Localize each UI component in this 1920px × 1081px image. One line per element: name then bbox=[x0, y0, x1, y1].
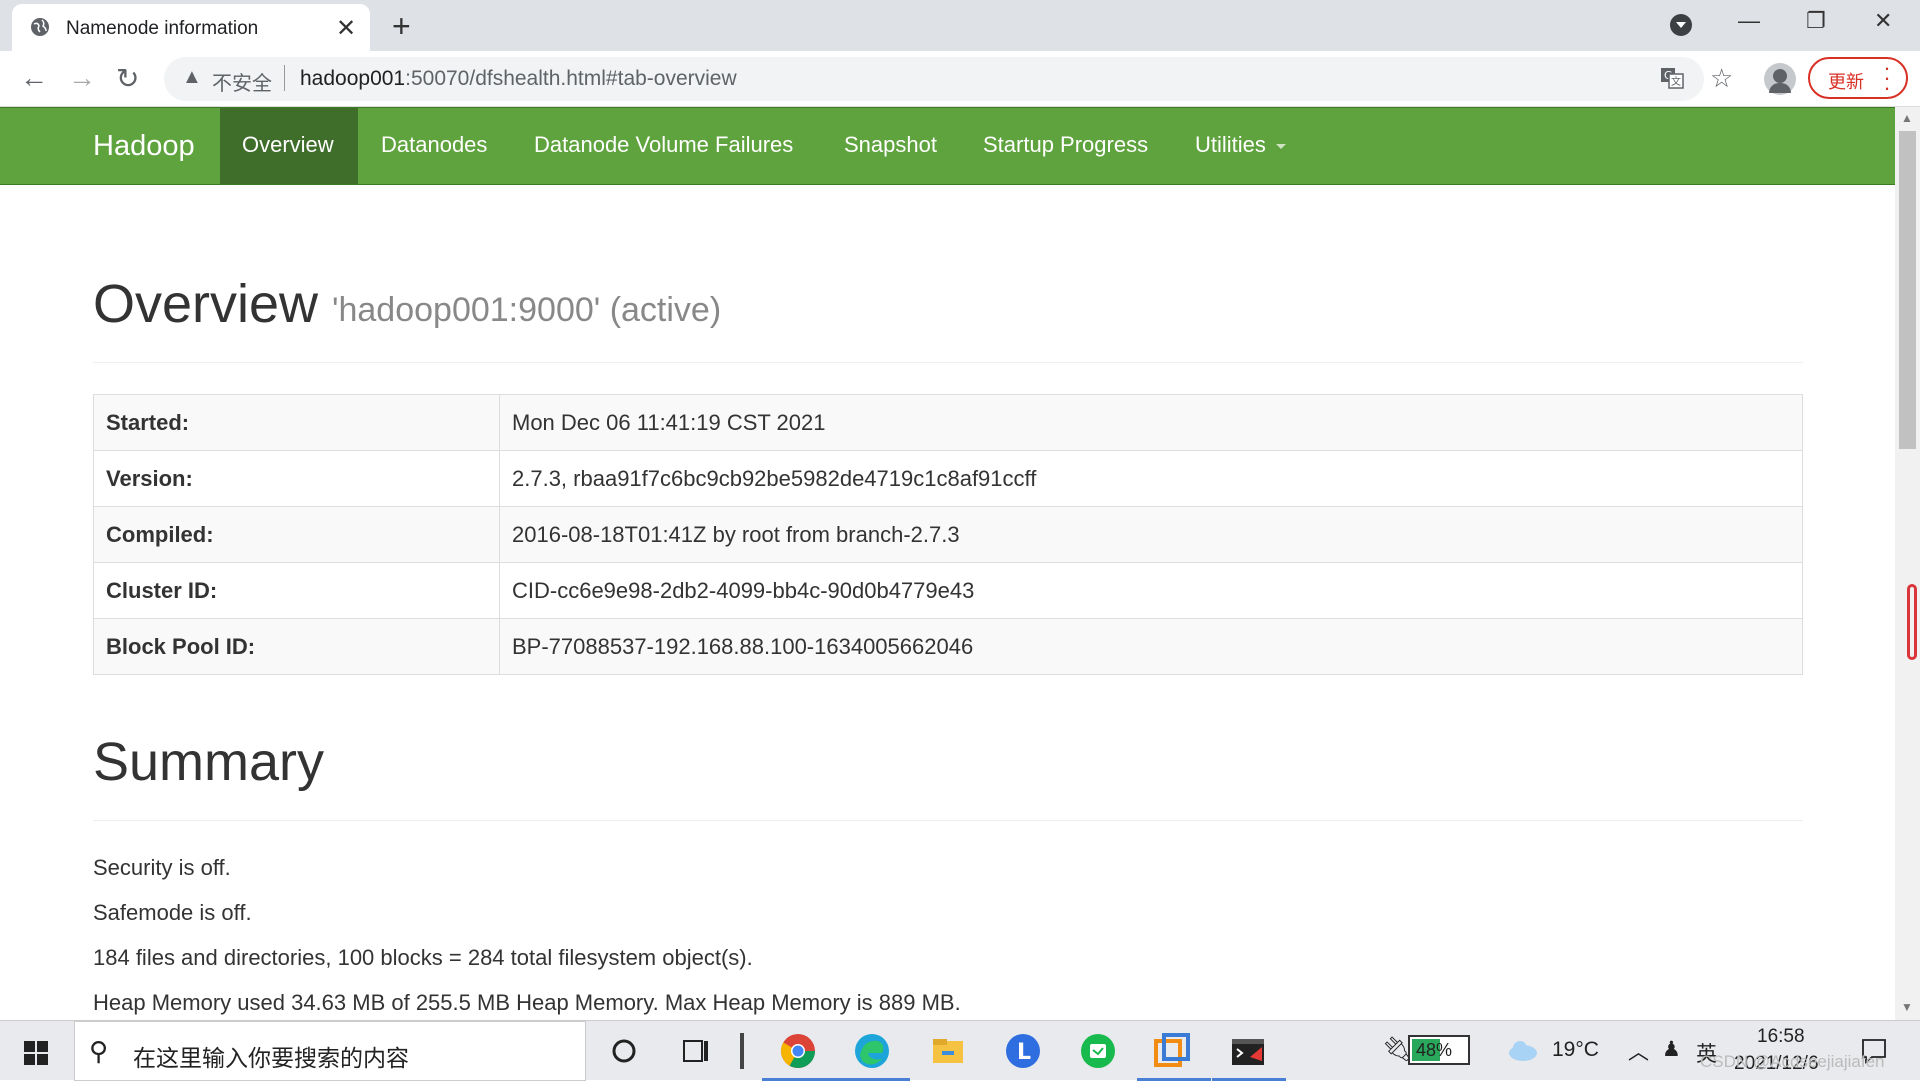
table-row: Started: Mon Dec 06 11:41:19 CST 2021 bbox=[93, 394, 1803, 451]
summary-files: 184 files and directories, 100 blocks = … bbox=[93, 945, 753, 970]
row-key: Version: bbox=[93, 450, 500, 507]
bookmark-star-icon[interactable]: ☆ bbox=[1710, 63, 1733, 94]
row-key: Block Pool ID: bbox=[93, 618, 500, 675]
task-view-icon[interactable] bbox=[676, 1031, 716, 1071]
brand-hadoop[interactable]: Hadoop bbox=[93, 130, 195, 163]
nav-utilities[interactable]: Utilities bbox=[1195, 108, 1286, 184]
page-content: Overview 'hadoop001:9000' (active) Start… bbox=[0, 185, 1895, 1020]
row-value: CID-cc6e9e98-2db2-4099-bb4c-90d0b4779e43 bbox=[499, 562, 1803, 619]
table-row: Compiled: 2016-08-18T01:41Z by root from… bbox=[93, 506, 1803, 563]
url-text[interactable]: hadoop001:50070/dfshealth.html#tab-overv… bbox=[300, 67, 737, 91]
row-key: Compiled: bbox=[93, 506, 500, 563]
overview-subtitle: 'hadoop001:9000' (active) bbox=[332, 291, 722, 329]
tab-strip: Namenode information ✕ + — ❐ ✕ bbox=[0, 0, 1920, 51]
windows-start-icon[interactable] bbox=[24, 1041, 48, 1065]
cortana-icon[interactable] bbox=[604, 1031, 644, 1071]
temperature[interactable]: 19°C bbox=[1552, 1038, 1599, 1062]
window-close-icon[interactable]: ✕ bbox=[1874, 8, 1892, 34]
update-label: 更新 bbox=[1828, 72, 1864, 92]
divider-icon bbox=[740, 1033, 744, 1069]
row-value: 2016-08-18T01:41Z by root from branch-2.… bbox=[499, 506, 1803, 563]
address-bar[interactable]: ▲ 不安全 hadoop001:50070/dfshealth.html#tab… bbox=[164, 57, 1704, 101]
nav-datanode-volume-failures[interactable]: Datanode Volume Failures bbox=[534, 108, 793, 184]
watermark-text: CSDN @Acdseejiajiafen bbox=[1700, 1052, 1885, 1071]
search-placeholder: 在这里输入你要搜索的内容 bbox=[133, 1045, 409, 1071]
back-arrow-icon[interactable]: ← bbox=[20, 62, 48, 94]
globe-icon bbox=[31, 18, 49, 36]
nav-overview[interactable]: Overview bbox=[220, 108, 358, 184]
wechat-icon[interactable] bbox=[1078, 1031, 1118, 1071]
row-value: Mon Dec 06 11:41:19 CST 2021 bbox=[499, 394, 1803, 451]
chevron-up-icon[interactable]: ︿ bbox=[1628, 1036, 1649, 1066]
page-scrollbar[interactable]: ▲ ▼ bbox=[1895, 107, 1920, 1020]
divider bbox=[93, 820, 1803, 821]
edge-icon[interactable] bbox=[852, 1031, 892, 1071]
search-icon: ⚲ bbox=[89, 1036, 109, 1066]
row-key: Started: bbox=[93, 394, 500, 451]
scroll-down-icon[interactable]: ▼ bbox=[1901, 1000, 1913, 1014]
clock-time[interactable]: 16:58 bbox=[1757, 1026, 1805, 1048]
browser-tab[interactable]: Namenode information ✕ bbox=[12, 4, 370, 51]
warning-icon: ▲ bbox=[182, 66, 202, 88]
summary-safemode: Safemode is off. bbox=[93, 900, 252, 925]
nav-datanodes[interactable]: Datanodes bbox=[381, 108, 487, 184]
restore-icon[interactable]: ❐ bbox=[1806, 8, 1826, 34]
address-separator bbox=[284, 65, 285, 91]
url-path: :50070/dfshealth.html#tab-overview bbox=[405, 67, 737, 90]
taskbar: ⚲ 在这里输入你要搜索的内容 L 🔌︎ 48% 19°C ︿ ♟ 英 16:58… bbox=[0, 1020, 1920, 1081]
weather-cloud-icon[interactable] bbox=[1506, 1037, 1540, 1063]
terminal-icon[interactable] bbox=[1228, 1031, 1268, 1071]
hadoop-navbar: Hadoop Overview Datanodes Datanode Volum… bbox=[0, 107, 1895, 185]
insecure-label[interactable]: 不安全 bbox=[212, 67, 272, 96]
battery-percent: 48% bbox=[1416, 1040, 1453, 1060]
taskbar-search[interactable]: ⚲ 在这里输入你要搜索的内容 bbox=[74, 1021, 586, 1081]
tab-search-icon[interactable] bbox=[1670, 14, 1692, 36]
overview-table: Started: Mon Dec 06 11:41:19 CST 2021 Ve… bbox=[93, 394, 1803, 675]
l-app-icon[interactable]: L bbox=[1003, 1031, 1043, 1071]
summary-heading: Summary bbox=[93, 732, 325, 792]
forward-arrow-icon[interactable]: → bbox=[68, 62, 96, 94]
url-host: hadoop001 bbox=[300, 67, 406, 90]
summary-heap: Heap Memory used 34.63 MB of 255.5 MB He… bbox=[93, 990, 961, 1015]
svg-text:文: 文 bbox=[1671, 75, 1681, 88]
nav-snapshot[interactable]: Snapshot bbox=[844, 108, 937, 184]
close-tab-icon[interactable]: ✕ bbox=[336, 14, 356, 43]
scroll-thumb[interactable] bbox=[1899, 131, 1916, 449]
reload-icon[interactable]: ↻ bbox=[116, 62, 139, 95]
row-value: 2.7.3, rbaa91f7c6bc9cb92be5982de4719c1c8… bbox=[499, 450, 1803, 507]
profile-avatar-icon[interactable] bbox=[1764, 63, 1796, 95]
new-tab-button[interactable]: + bbox=[392, 8, 411, 45]
row-value: BP-77088537-192.168.88.100-1634005662046 bbox=[499, 618, 1803, 675]
vmware-icon[interactable] bbox=[1152, 1031, 1192, 1071]
svg-text:L: L bbox=[1017, 1040, 1031, 1065]
update-button[interactable]: 更新 · · · bbox=[1808, 57, 1908, 99]
battery-icon[interactable]: 48% bbox=[1408, 1035, 1470, 1065]
overview-heading: Overview bbox=[93, 274, 319, 334]
row-key: Cluster ID: bbox=[93, 562, 500, 619]
minimize-icon[interactable]: — bbox=[1738, 8, 1760, 34]
qq-icon[interactable]: ♟ bbox=[1662, 1037, 1681, 1062]
summary-security: Security is off. bbox=[93, 855, 231, 880]
file-explorer-icon[interactable] bbox=[928, 1031, 968, 1071]
tab-title: Namenode information bbox=[66, 18, 259, 39]
nav-startup-progress[interactable]: Startup Progress bbox=[983, 108, 1148, 184]
scroll-up-icon[interactable]: ▲ bbox=[1901, 111, 1913, 125]
chrome-icon[interactable] bbox=[778, 1031, 818, 1071]
translate-icon[interactable]: G 文 bbox=[1660, 66, 1684, 90]
caret-down-icon bbox=[1275, 143, 1286, 149]
table-row: Block Pool ID: BP-77088537-192.168.88.10… bbox=[93, 618, 1803, 675]
annotation-mark bbox=[1907, 584, 1917, 660]
table-row: Version: 2.7.3, rbaa91f7c6bc9cb92be5982d… bbox=[93, 450, 1803, 507]
nav-utilities-label: Utilities bbox=[1195, 132, 1266, 157]
divider bbox=[93, 362, 1803, 363]
table-row: Cluster ID: CID-cc6e9e98-2db2-4099-bb4c-… bbox=[93, 562, 1803, 619]
menu-dots-icon[interactable]: · · · bbox=[1882, 57, 1892, 99]
